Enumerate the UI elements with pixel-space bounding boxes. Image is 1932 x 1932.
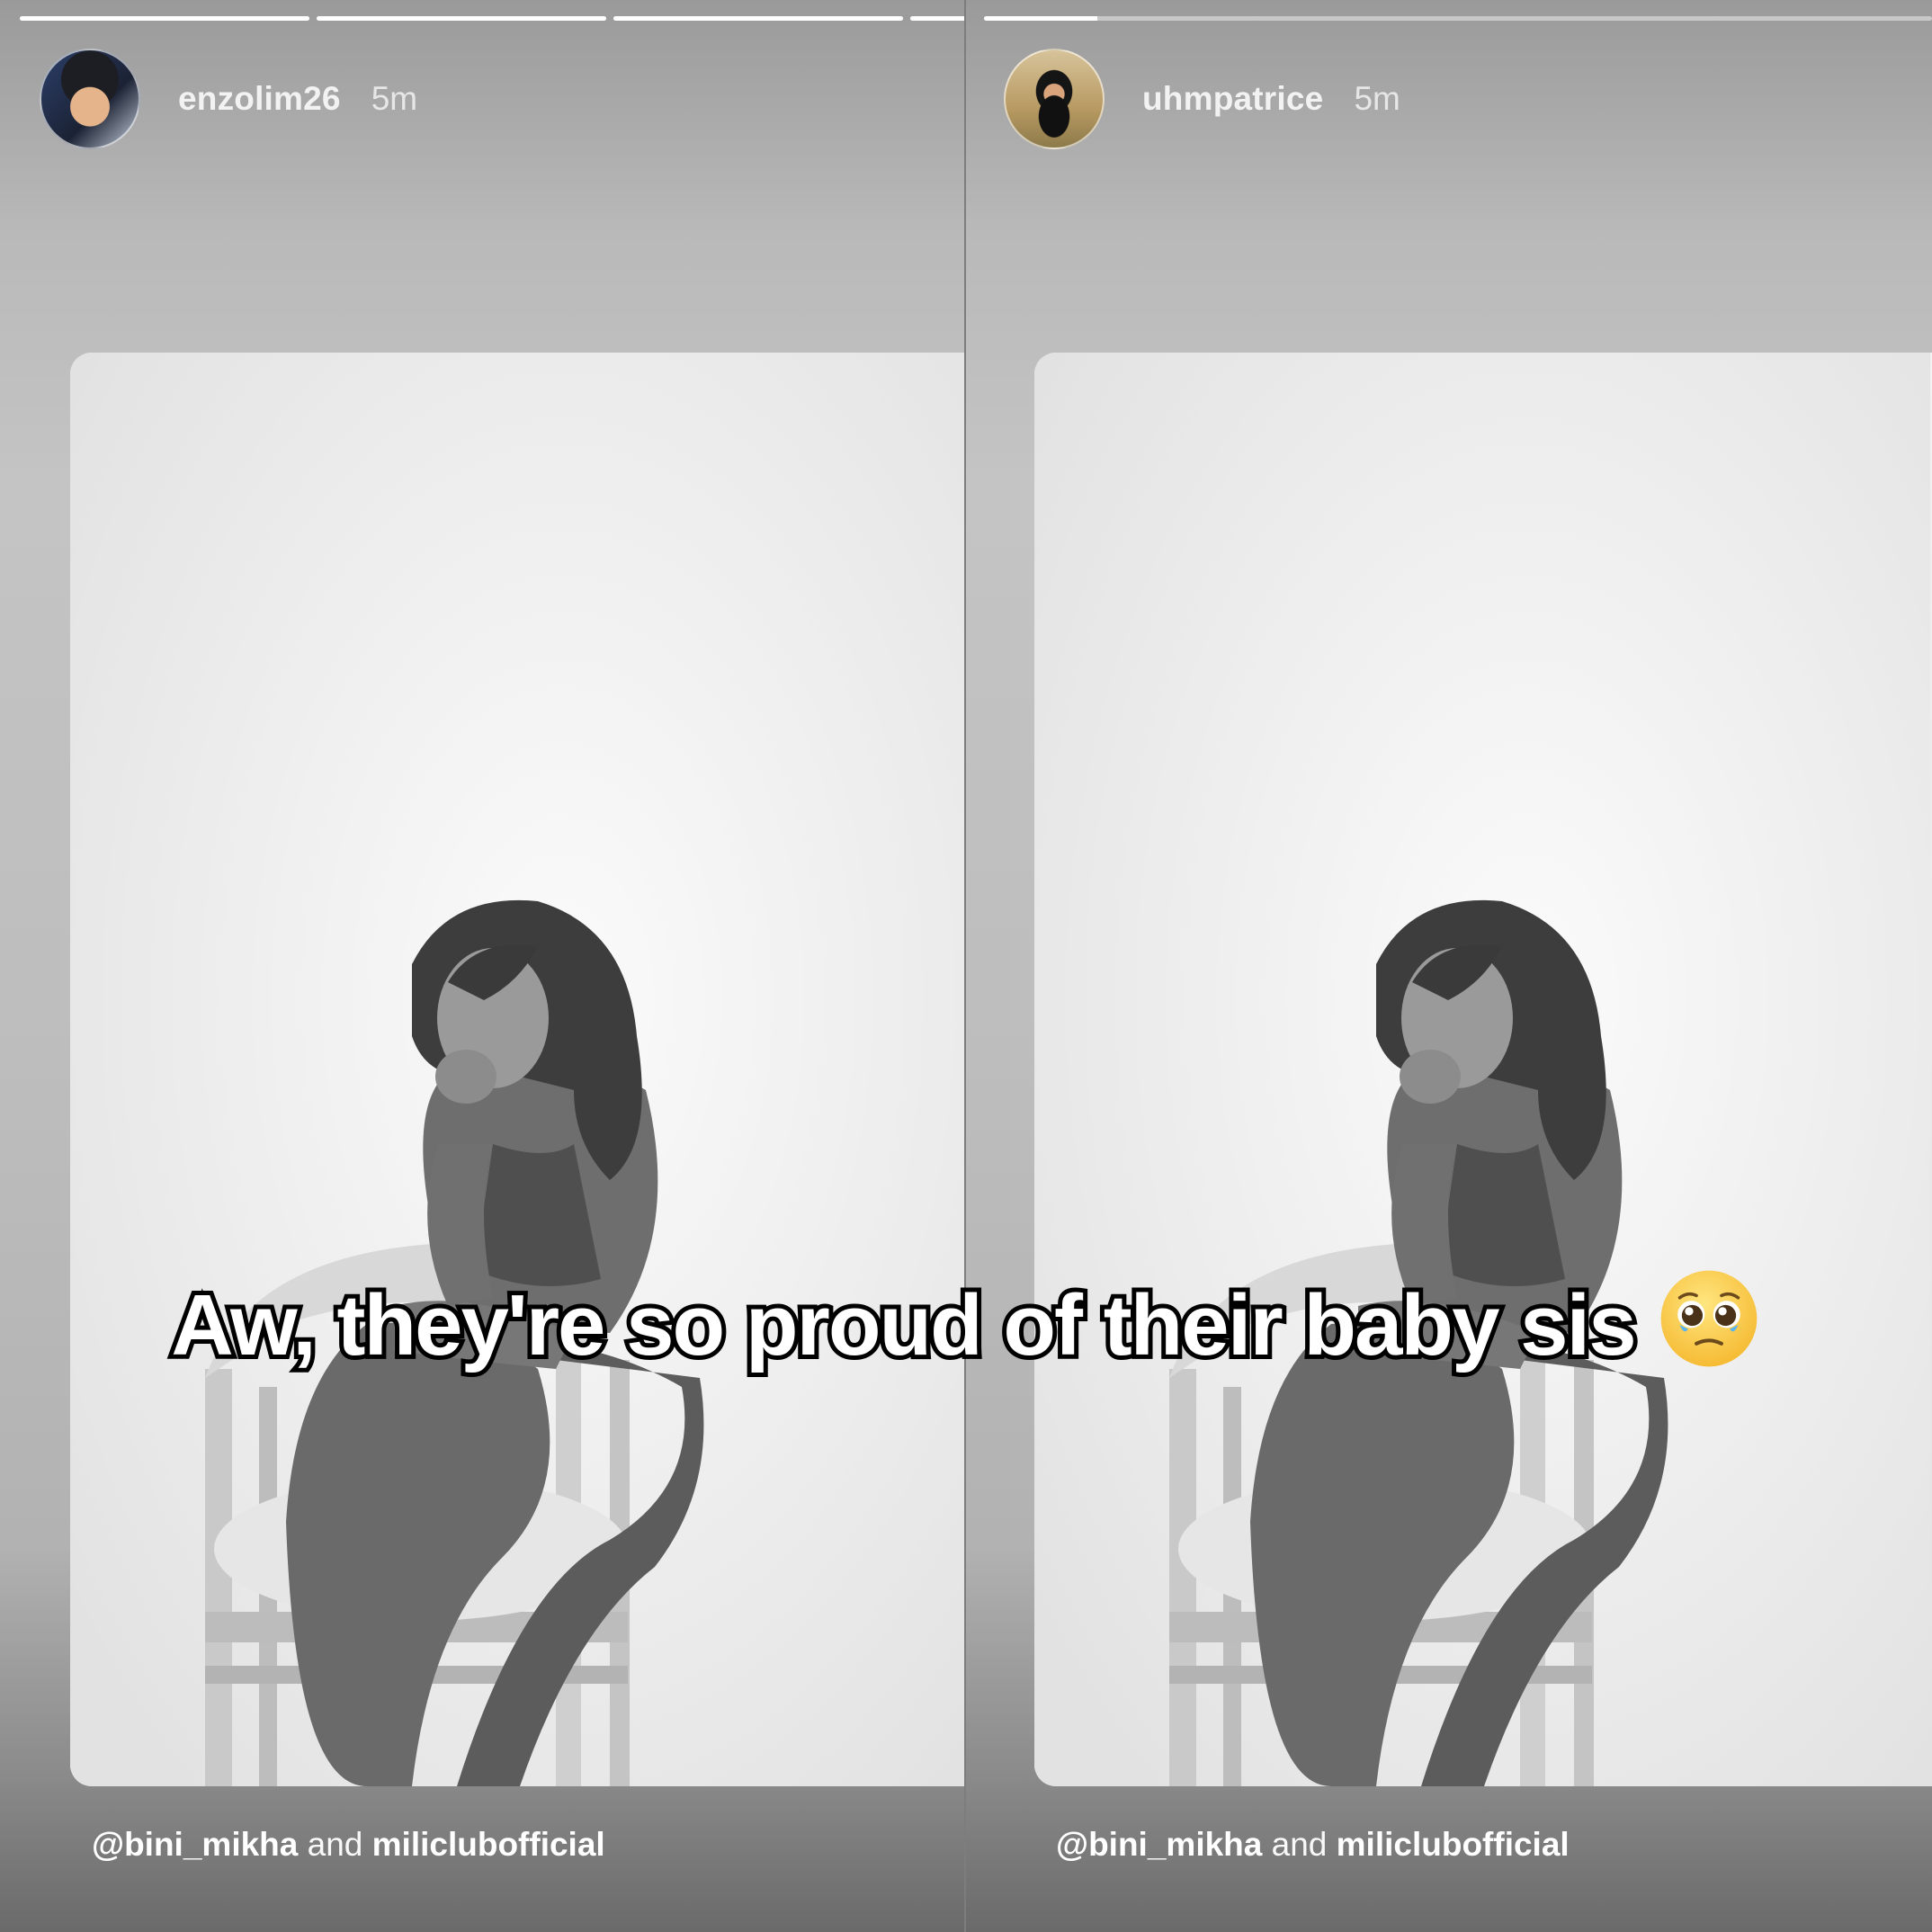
- mention-joiner: and: [307, 1826, 363, 1863]
- story-panel-right[interactable]: uhmpatrice 5m @bini_mikha and miliclubof…: [966, 0, 1932, 1932]
- mention-handle[interactable]: @bini_mikha: [1056, 1826, 1262, 1863]
- shared-post-photo[interactable]: [70, 353, 966, 1786]
- avatar[interactable]: [1004, 49, 1105, 149]
- progress-segment: [20, 16, 309, 21]
- story-username[interactable]: enzolim26: [178, 80, 341, 118]
- caption-overlay: Aw, they're so proud of their baby sis: [0, 1266, 1932, 1378]
- story-username[interactable]: uhmpatrice: [1142, 80, 1323, 118]
- mention-account[interactable]: miliclubofficial: [1337, 1826, 1570, 1863]
- mention-joiner: and: [1271, 1826, 1328, 1863]
- story-mentions[interactable]: @bini_mikha and miliclubofficial: [1056, 1826, 1570, 1864]
- story-timestamp: 5m: [371, 80, 418, 117]
- avatar[interactable]: [40, 49, 140, 149]
- portrait-photo-graphic: [1034, 353, 1930, 1786]
- story-mentions[interactable]: @bini_mikha and miliclubofficial: [92, 1826, 605, 1864]
- progress-segment: [317, 16, 606, 21]
- story-progress-bar: [20, 16, 966, 21]
- mention-account[interactable]: miliclubofficial: [372, 1826, 605, 1863]
- portrait-photo-graphic: [70, 353, 966, 1786]
- progress-segment: [910, 16, 966, 21]
- mention-handle[interactable]: @bini_mikha: [92, 1826, 298, 1863]
- story-header: enzolim26 5m: [40, 49, 417, 149]
- story-progress-bar: [984, 16, 1932, 21]
- caption-text: Aw, they're so proud of their baby sis: [166, 1273, 1641, 1378]
- story-panel-left[interactable]: enzolim26 5m @bini_mikha and milicluboff…: [0, 0, 966, 1932]
- story-header: uhmpatrice 5m: [1004, 49, 1400, 149]
- progress-segment: [613, 16, 903, 21]
- shared-post-photo[interactable]: [1034, 353, 1932, 1786]
- pleading-face-emoji-icon: [1660, 1270, 1757, 1367]
- story-timestamp: 5m: [1354, 80, 1400, 117]
- progress-segment: [984, 16, 1932, 21]
